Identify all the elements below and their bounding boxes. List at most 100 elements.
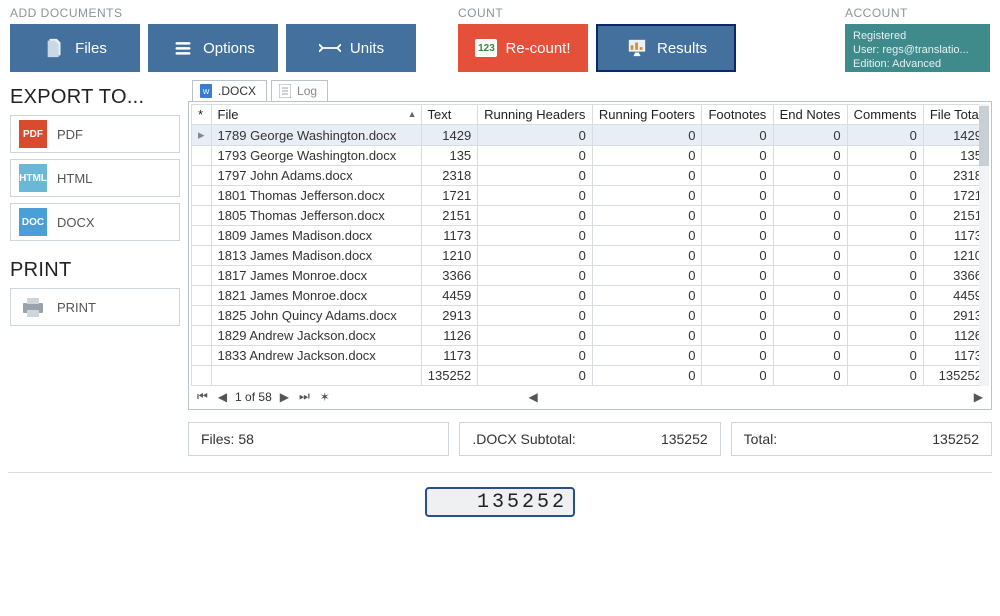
cell-text: 4459	[421, 286, 478, 306]
options-button[interactable]: Options	[148, 24, 278, 72]
row-indicator	[192, 246, 212, 266]
section-count: COUNT	[458, 6, 748, 20]
row-indicator: ▸	[192, 125, 212, 146]
pager-last-icon[interactable]: ⏭	[297, 389, 312, 404]
export-pdf-label: PDF	[57, 127, 83, 142]
table-row[interactable]: 1821 James Monroe.docx4459000004459	[192, 286, 989, 306]
col-comments[interactable]: Comments	[847, 105, 923, 125]
pager-next-icon[interactable]: ▶	[278, 390, 291, 404]
table-row[interactable]: ▸1789 George Washington.docx142900000142…	[192, 125, 989, 146]
table-row[interactable]: 1817 James Monroe.docx3366000003366	[192, 266, 989, 286]
recount-button[interactable]: 123 Re-count!	[458, 24, 588, 72]
table-row[interactable]: 1805 Thomas Jefferson.docx2151000002151	[192, 206, 989, 226]
scrollbar-thumb[interactable]	[979, 106, 989, 166]
html-icon: HTML	[19, 164, 47, 192]
cell-file: 1829 Andrew Jackson.docx	[211, 326, 421, 346]
recount-icon: 123	[475, 39, 497, 57]
export-html-label: HTML	[57, 171, 92, 186]
cell-running-headers: 0	[478, 226, 593, 246]
export-html-button[interactable]: HTML HTML	[10, 159, 180, 197]
export-pdf-button[interactable]: PDF PDF	[10, 115, 180, 153]
cell-end-notes: 0	[773, 166, 847, 186]
cell-comments: 0	[847, 286, 923, 306]
cell-running-headers: 0	[478, 266, 593, 286]
units-label: Units	[350, 40, 384, 57]
col-footnotes[interactable]: Footnotes	[702, 105, 773, 125]
section-add-documents: ADD DOCUMENTS	[10, 6, 450, 20]
cell-file: 1805 Thomas Jefferson.docx	[211, 206, 421, 226]
table-row[interactable]: 1797 John Adams.docx2318000002318	[192, 166, 989, 186]
cell-end-notes: 0	[773, 246, 847, 266]
cell-comments: 0	[847, 125, 923, 146]
row-indicator	[192, 286, 212, 306]
col-text[interactable]: Text	[421, 105, 478, 125]
table-row[interactable]: 1829 Andrew Jackson.docx1126000001126	[192, 326, 989, 346]
row-indicator	[192, 226, 212, 246]
recount-label: Re-count!	[505, 40, 570, 57]
pager-first-icon[interactable]: ⏮	[195, 389, 210, 404]
row-indicator	[192, 166, 212, 186]
tab-log[interactable]: Log	[271, 80, 328, 101]
results-button[interactable]: Results	[596, 24, 736, 72]
cell-text: 1210	[421, 246, 478, 266]
cell-text: 135	[421, 146, 478, 166]
row-indicator	[192, 186, 212, 206]
col-file[interactable]: File▲	[211, 105, 421, 125]
table-row[interactable]: 1813 James Madison.docx1210000001210	[192, 246, 989, 266]
col-running-footers[interactable]: Running Footers	[592, 105, 702, 125]
units-button[interactable]: Units	[286, 24, 416, 72]
files-button[interactable]: Files	[10, 24, 140, 72]
cell-footnotes: 0	[702, 226, 773, 246]
export-docx-button[interactable]: DOC DOCX	[10, 203, 180, 241]
table-row[interactable]: 1801 Thomas Jefferson.docx1721000001721	[192, 186, 989, 206]
section-account: ACCOUNT	[845, 6, 990, 20]
cell-file: 1817 James Monroe.docx	[211, 266, 421, 286]
pager-prev-icon[interactable]: ◀	[216, 390, 229, 404]
cell-text: 1429	[421, 125, 478, 146]
print-button[interactable]: PRINT	[10, 288, 180, 326]
table-row[interactable]: 1809 James Madison.docx1173000001173	[192, 226, 989, 246]
cell-running-headers: 0	[478, 146, 593, 166]
cell-running-footers: 0	[592, 226, 702, 246]
cell-comments: 0	[847, 346, 923, 366]
cell-end-notes: 0	[773, 125, 847, 146]
tab-docx[interactable]: W .DOCX	[192, 80, 267, 101]
col-end-notes[interactable]: End Notes	[773, 105, 847, 125]
cell-footnotes: 0	[702, 326, 773, 346]
printer-icon	[19, 293, 47, 321]
vertical-scrollbar[interactable]	[979, 104, 989, 386]
cell-running-headers: 0	[478, 286, 593, 306]
files-label: Files	[75, 40, 107, 57]
account-info[interactable]: Registered User: regs@translatio... Edit…	[845, 24, 990, 72]
hscroll-left-icon[interactable]: ◀	[527, 390, 540, 404]
table-row[interactable]: 1825 John Quincy Adams.docx2913000002913	[192, 306, 989, 326]
cell-end-notes: 0	[773, 226, 847, 246]
corner-cell[interactable]: *	[192, 105, 212, 125]
files-icon	[43, 36, 67, 60]
cell-running-footers: 0	[592, 266, 702, 286]
cell-comments: 0	[847, 146, 923, 166]
svg-text:W: W	[203, 89, 210, 96]
cell-running-headers: 0	[478, 186, 593, 206]
cell-running-headers: 0	[478, 246, 593, 266]
cell-footnotes: 0	[702, 286, 773, 306]
cell-running-footers: 0	[592, 326, 702, 346]
options-label: Options	[203, 40, 255, 57]
pdf-icon: PDF	[19, 120, 47, 148]
cell-running-headers: 0	[478, 206, 593, 226]
cell-end-notes: 0	[773, 346, 847, 366]
cell-comments: 0	[847, 186, 923, 206]
cell-file: 1825 John Quincy Adams.docx	[211, 306, 421, 326]
cell-running-headers: 0	[478, 326, 593, 346]
cell-footnotes: 0	[702, 186, 773, 206]
docx-tab-icon: W	[199, 84, 213, 98]
pager-add-icon[interactable]: ✶	[318, 390, 332, 404]
table-row[interactable]: 1793 George Washington.docx13500000135	[192, 146, 989, 166]
summary-total: Total: 135252	[731, 422, 992, 456]
col-running-headers[interactable]: Running Headers	[478, 105, 593, 125]
table-row[interactable]: 1833 Andrew Jackson.docx1173000001173	[192, 346, 989, 366]
cell-text: 1126	[421, 326, 478, 346]
cell-footnotes: 0	[702, 146, 773, 166]
hscroll-right-icon[interactable]: ▶	[972, 390, 985, 404]
row-indicator	[192, 146, 212, 166]
